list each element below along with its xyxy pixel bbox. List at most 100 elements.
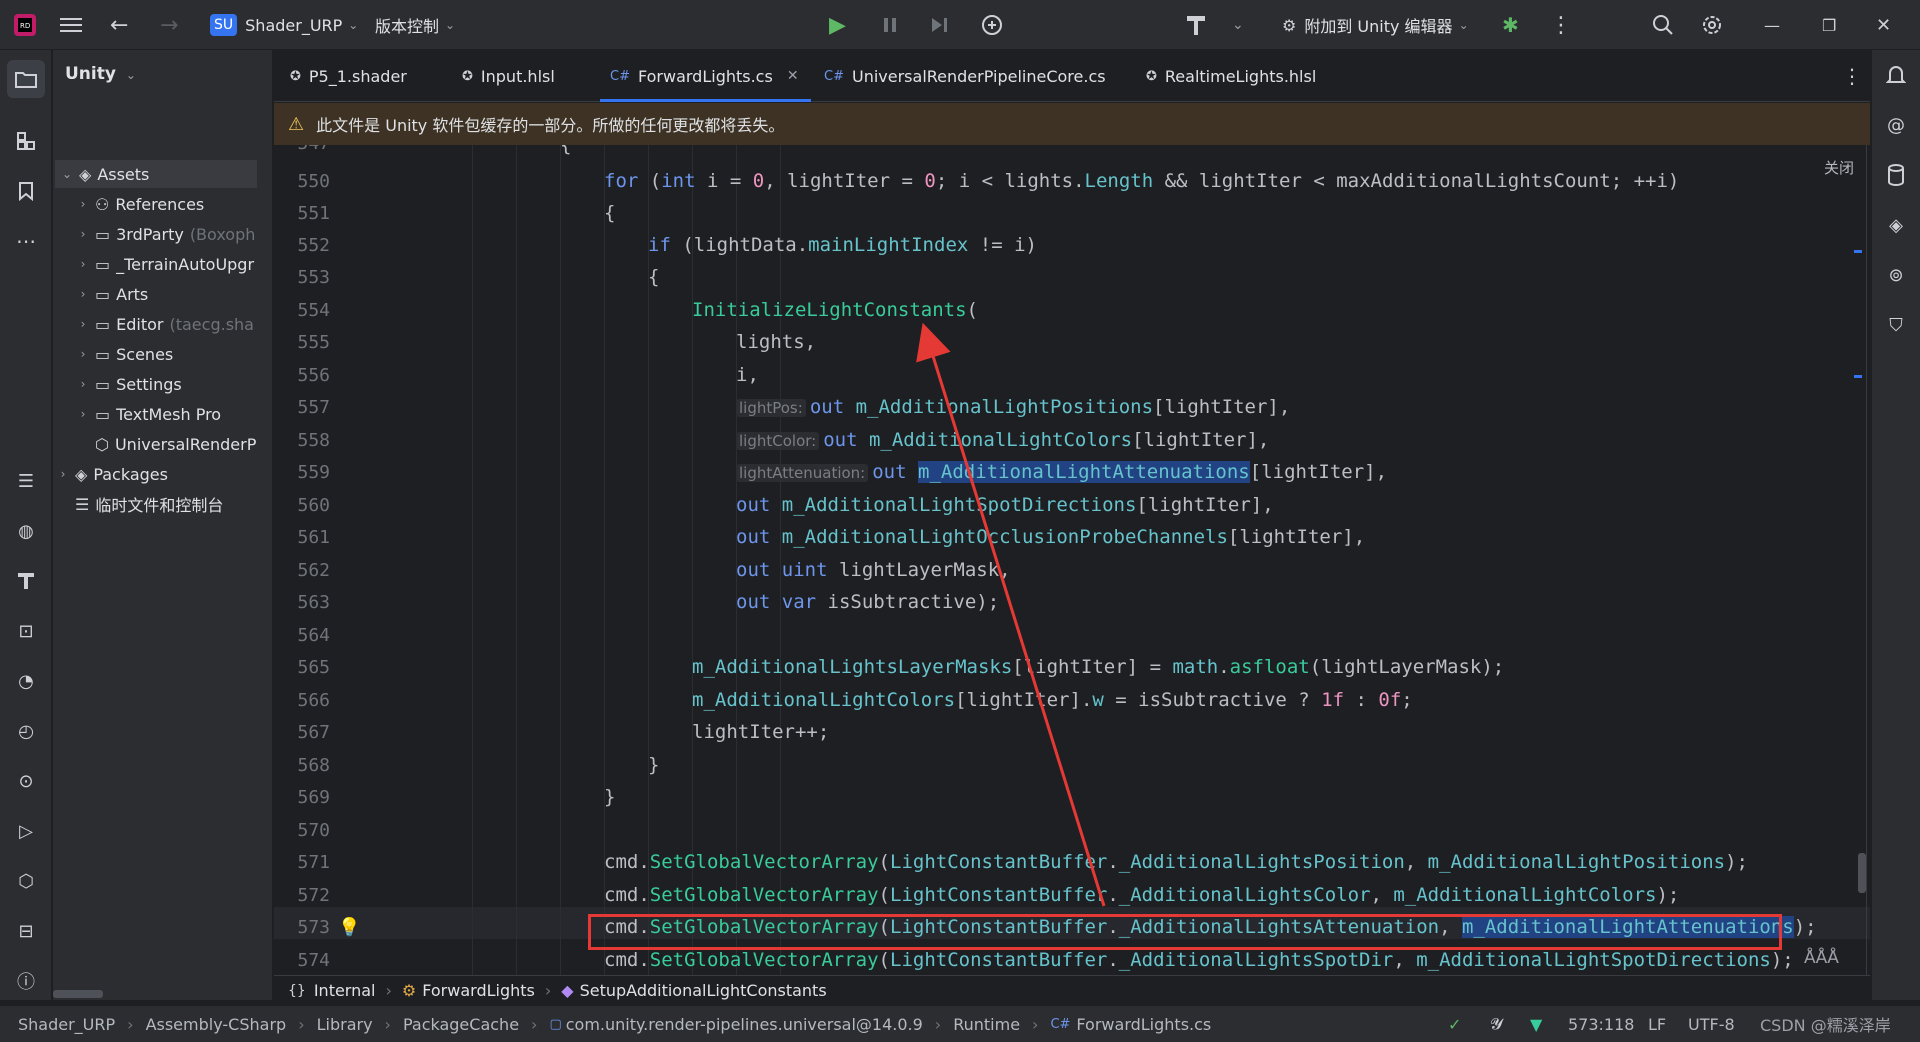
- structure-icon[interactable]: [11, 126, 41, 156]
- search-icon[interactable]: [1651, 0, 1675, 50]
- tree-item-assets[interactable]: ⌄ ◈ Assets: [55, 160, 257, 188]
- file-encoding[interactable]: UTF-8: [1688, 1015, 1735, 1034]
- code-line-547: {: [560, 145, 572, 156]
- left-tool-strip: ⋯ ☰ ◍ ⊡ ◔ ◴ ⊙ ▷ ⬡ ⊟ ⓘ ⑂: [0, 50, 52, 1042]
- unity-attach-icon[interactable]: [980, 0, 1004, 50]
- project-selector[interactable]: SU Shader_URP ⌄: [210, 0, 358, 50]
- project-folder-icon[interactable]: [7, 60, 45, 98]
- more-vertical-icon[interactable]: ⋮: [1550, 0, 1572, 50]
- more-horizontal-icon[interactable]: ⋯: [11, 226, 41, 256]
- chevron-right-icon: ›: [934, 1014, 942, 1034]
- tab-forwardlights-cs[interactable]: C# ForwardLights.cs ✕: [600, 50, 811, 102]
- bookmark-icon[interactable]: [11, 176, 41, 206]
- project-panel-title[interactable]: Unity ⌄: [65, 64, 136, 84]
- vue-icon[interactable]: ▼: [1530, 1015, 1542, 1034]
- status-bar: Shader_URP › Assembly-CSharp › Library ›…: [0, 1005, 1920, 1042]
- ai-spiral-icon[interactable]: @: [1881, 110, 1911, 140]
- step-icon[interactable]: [929, 0, 951, 50]
- tree-item-references[interactable]: › ⚇ References: [53, 190, 272, 218]
- tree-item-universalrenderpipeline[interactable]: ⬡ UniversalRenderP: [53, 430, 272, 458]
- build-icon[interactable]: [11, 566, 41, 596]
- close-window-icon[interactable]: ✕: [1876, 0, 1891, 50]
- tree-item-editor[interactable]: › ▭ Editor (taecg.sha: [53, 310, 272, 338]
- tree-item-packages[interactable]: › ◈ Packages: [53, 460, 272, 488]
- main-menu-icon[interactable]: [60, 0, 82, 50]
- problems-icon[interactable]: ⓘ: [11, 966, 41, 996]
- tab-universalrenderpipelinecore-cs[interactable]: C# UniversalRenderPipelineCore.cs: [824, 50, 1106, 102]
- status-path-item[interactable]: com.unity.render-pipelines.universal@14.…: [566, 1015, 923, 1034]
- forward-icon[interactable]: →: [160, 0, 178, 50]
- build-hammer-icon[interactable]: [1184, 0, 1208, 50]
- code-line-567: lightIter++;: [692, 721, 830, 743]
- horizontal-scrollbar[interactable]: [53, 990, 103, 998]
- tree-item-3rdparty[interactable]: › ▭ 3rdParty (Boxoph: [53, 220, 272, 248]
- vertical-scrollbar[interactable]: [1858, 853, 1866, 893]
- close-tab-icon[interactable]: ✕: [787, 68, 799, 84]
- terminal-icon[interactable]: ⊟: [11, 916, 41, 946]
- security-icon[interactable]: ⛉: [1881, 310, 1911, 340]
- line-number: 553: [297, 267, 330, 288]
- tree-item-label: References: [115, 194, 205, 214]
- tree-item-settings[interactable]: › ▭ Settings: [53, 370, 272, 398]
- watermark: CSDN @糯溪泽岸: [1760, 1016, 1891, 1035]
- status-path-item[interactable]: Shader_URP: [18, 1015, 115, 1034]
- reader-mode-icon[interactable]: ÅÅÅ: [1804, 948, 1839, 968]
- notifications-bell-icon[interactable]: [1881, 60, 1911, 90]
- ai-assistant-icon[interactable]: 𝓨: [1490, 1014, 1503, 1034]
- more-tabs-icon[interactable]: ⋮: [1842, 50, 1862, 102]
- vcs-menu[interactable]: 版本控制 ⌄: [375, 0, 455, 50]
- line-number: 565: [297, 657, 330, 678]
- breadcrumb-item[interactable]: Internal: [314, 981, 376, 1000]
- unity-icon: ✪: [290, 68, 301, 84]
- status-path-item[interactable]: Runtime: [953, 1015, 1020, 1034]
- tab-input-hlsl[interactable]: ✪ Input.hlsl: [462, 50, 555, 102]
- status-path-item[interactable]: Assembly-CSharp: [146, 1015, 287, 1034]
- tree-item-label: Settings: [116, 374, 182, 394]
- services-icon[interactable]: ◍: [11, 516, 41, 546]
- line-ending[interactable]: LF: [1648, 1015, 1666, 1034]
- profiler-icon[interactable]: ◔: [11, 666, 41, 696]
- class-icon: ⚙: [401, 981, 417, 1000]
- tree-item-textmesh-pro[interactable]: › ▭ TextMesh Pro: [53, 400, 272, 428]
- tree-item-arts[interactable]: › ▭ Arts: [53, 280, 272, 308]
- code-editor[interactable]: 547 550 551 552 553 554 555 556 557 558 …: [274, 145, 1870, 975]
- tree-item-scratches[interactable]: ☰ 临时文件和控制台: [53, 490, 272, 518]
- status-path-item[interactable]: ForwardLights.cs: [1076, 1015, 1211, 1034]
- back-icon[interactable]: ←: [110, 0, 128, 50]
- build-config-dropdown[interactable]: ⌄: [1232, 0, 1244, 50]
- package-icon: ◈: [79, 164, 92, 184]
- tree-item-terrainautoupgrade[interactable]: › ▭ _TerrainAutoUpgr: [53, 250, 272, 278]
- line-number: 557: [297, 397, 330, 418]
- status-path-item[interactable]: PackageCache: [403, 1015, 519, 1034]
- caret-position[interactable]: 573:118: [1568, 1015, 1634, 1034]
- run-icon[interactable]: ▶: [829, 0, 846, 50]
- breadcrumb-item[interactable]: SetupAdditionalLightConstants: [580, 981, 827, 1000]
- run-panel-icon[interactable]: ▷: [11, 816, 41, 846]
- csharp-icon: C#: [610, 68, 630, 84]
- debug-bug-icon[interactable]: ✱: [1502, 0, 1519, 50]
- minimize-icon[interactable]: —: [1764, 0, 1780, 50]
- chevron-right-icon: ›: [1032, 1014, 1039, 1034]
- tree-item-label: 临时文件和控制台: [95, 496, 224, 515]
- check-icon[interactable]: ✓: [1448, 1015, 1461, 1034]
- coverage-icon[interactable]: ⊙: [11, 766, 41, 796]
- pause-icon[interactable]: [881, 0, 899, 50]
- nuget-icon[interactable]: ◈: [1881, 210, 1911, 240]
- unit-test-icon[interactable]: ⬡: [11, 866, 41, 896]
- code-line-571: cmd.SetGlobalVectorArray(LightConstantBu…: [604, 851, 1748, 873]
- unity-log-icon[interactable]: ⊡: [11, 616, 41, 646]
- lightbulb-icon[interactable]: 💡: [338, 917, 360, 938]
- endpoints-icon[interactable]: ⊚: [1881, 260, 1911, 290]
- attach-unity-editor[interactable]: ⚙ 附加到 Unity 编辑器 ⌄: [1282, 0, 1469, 50]
- restore-icon[interactable]: ❐: [1822, 0, 1836, 50]
- timeline-icon[interactable]: ◴: [11, 716, 41, 746]
- status-path-item[interactable]: Library: [317, 1015, 373, 1034]
- tab-realtimelights-hlsl[interactable]: ✪ RealtimeLights.hlsl: [1146, 50, 1316, 102]
- database-icon[interactable]: [1881, 160, 1911, 190]
- breadcrumb-item[interactable]: ForwardLights: [422, 981, 535, 1000]
- tree-item-scenes[interactable]: › ▭ Scenes: [53, 340, 272, 368]
- todo-list-icon[interactable]: ☰: [11, 466, 41, 496]
- close-banner-button[interactable]: 关闭: [1824, 157, 1854, 178]
- settings-gear-icon[interactable]: [1700, 0, 1724, 50]
- tab-p5-1-shader[interactable]: ✪ P5_1.shader: [290, 50, 407, 102]
